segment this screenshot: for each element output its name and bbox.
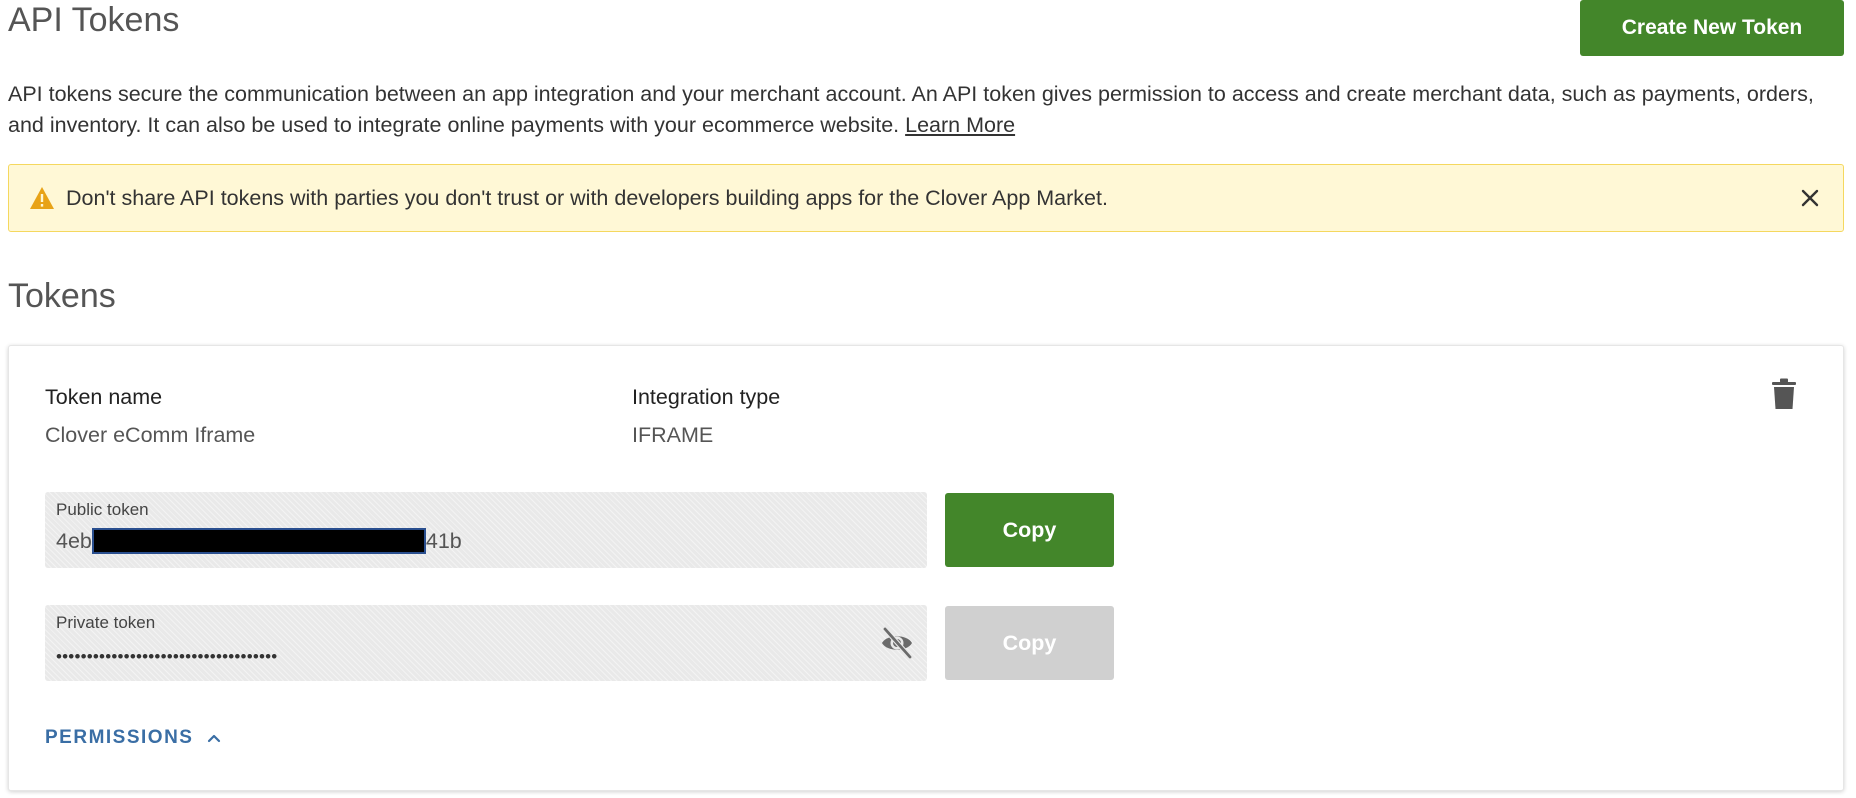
chevron-up-icon [208,734,221,743]
intro-paragraph: API tokens secure the communication betw… [8,79,1828,141]
trash-icon[interactable] [1771,378,1797,410]
learn-more-link[interactable]: Learn More [905,113,1015,137]
integration-type-value: IFRAME [632,423,714,447]
token-name-value: Clover eComm Iframe [45,423,256,447]
redaction-box [91,527,426,554]
permissions-label: PERMISSIONS [45,727,194,748]
token-name-label: Token name [45,385,163,409]
create-new-token-button[interactable]: Create New Token [1580,0,1844,56]
api-tokens-page: API Tokens Create New Token API tokens s… [0,0,1856,798]
private-token-field[interactable]: Private token ••••••••••••••••••••••••••… [45,605,927,681]
tokens-section-title: Tokens [8,277,116,315]
public-token-label: Public token [56,500,149,519]
copy-private-token-button: Copy [945,606,1114,680]
page-title: API Tokens [8,1,180,39]
public-token-field[interactable]: Public token 4eb 41b [45,492,927,568]
private-token-label: Private token [56,613,156,632]
warning-banner: Don't share API tokens with parties you … [8,164,1844,232]
private-token-masked-value: •••••••••••••••••••••••••••••••••••• [56,647,278,666]
public-token-value[interactable]: 4eb 41b [56,527,462,555]
integration-type-label: Integration type [632,385,781,409]
warning-triangle-icon [30,187,54,209]
close-icon[interactable] [1799,187,1821,209]
token-card: Token name Clover eComm Iframe Integrati… [8,345,1844,791]
public-token-prefix: 4eb [56,529,92,553]
copy-public-token-button[interactable]: Copy [945,493,1114,567]
permissions-toggle[interactable]: PERMISSIONS [45,726,221,750]
warning-text: Don't share API tokens with parties you … [66,186,1108,210]
eye-off-icon[interactable] [879,625,915,661]
public-token-suffix: 41b [425,529,462,553]
